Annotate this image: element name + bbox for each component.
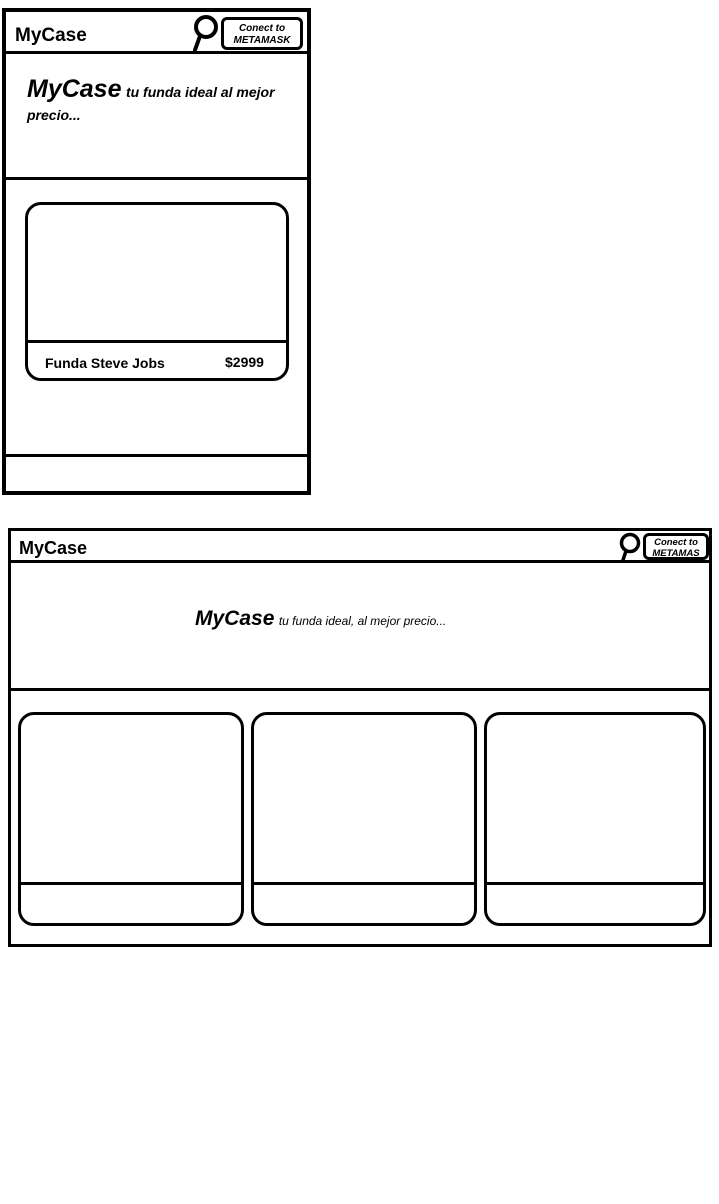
product-card[interactable]	[18, 712, 244, 926]
hero-section: MyCase tu funda ideal al mejor precio...	[27, 75, 282, 127]
connect-metamask-button[interactable]: Conect to METAMAS	[643, 533, 709, 560]
product-image	[254, 715, 474, 882]
product-card[interactable]	[484, 712, 706, 926]
connect-button-line2: METAMAS	[652, 548, 700, 559]
product-image	[28, 205, 286, 340]
hero-tagline: tu funda ideal, al mejor precio...	[278, 614, 447, 628]
hero-title: MyCase	[27, 75, 122, 103]
header-divider	[11, 560, 709, 563]
brand-logo[interactable]: MyCase	[19, 538, 87, 559]
search-icon[interactable]	[189, 14, 219, 52]
hero-title: MyCase	[195, 607, 275, 630]
card-footer-divider	[28, 340, 286, 343]
connect-button-line2: METAMASK	[233, 35, 291, 46]
card-footer-divider	[487, 882, 703, 885]
footer-bar	[6, 457, 307, 491]
card-footer-divider	[21, 882, 241, 885]
mobile-wireframe: MyCase Conect to METAMASK MyCase tu fund…	[2, 8, 311, 495]
product-price: $2999	[225, 354, 264, 370]
search-icon[interactable]	[617, 532, 643, 562]
product-name: Funda Steve Jobs	[45, 355, 165, 371]
product-image	[21, 715, 241, 882]
product-card[interactable]	[251, 712, 477, 926]
connect-button-line1: Conect to	[654, 537, 698, 548]
connect-button-line1: Conect to	[238, 23, 286, 34]
connect-metamask-button[interactable]: Conect to METAMASK	[221, 17, 303, 50]
hero-divider	[11, 688, 709, 691]
hero-section: MyCase tu funda ideal, al mejor precio..…	[195, 607, 446, 631]
header-divider	[6, 51, 307, 54]
product-image	[487, 715, 703, 882]
product-card[interactable]: Funda Steve Jobs $2999	[25, 202, 289, 381]
brand-logo[interactable]: MyCase	[15, 25, 87, 47]
hero-divider	[6, 177, 307, 180]
desktop-wireframe: MyCase Conect to METAMAS MyCase tu funda…	[8, 528, 712, 947]
card-footer-divider	[254, 882, 474, 885]
